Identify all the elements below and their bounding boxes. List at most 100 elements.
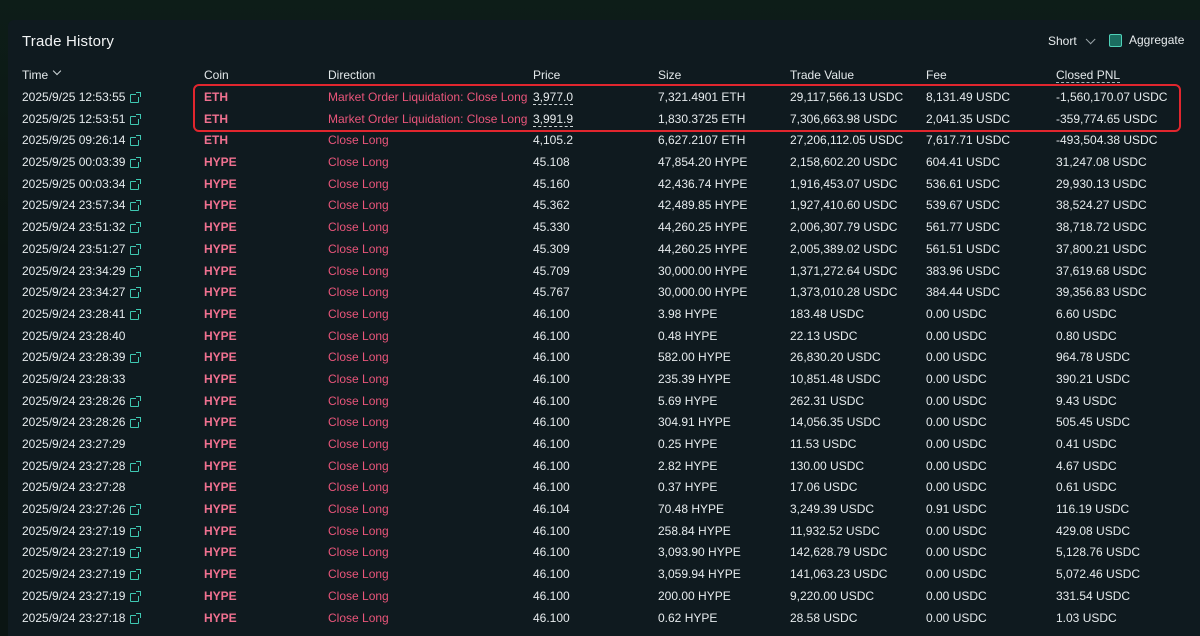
- direction-filter-dropdown[interactable]: Short: [1048, 33, 1096, 48]
- external-link-icon[interactable]: [130, 460, 142, 472]
- table-row: 2025/9/25 09:26:14 ETH Close Long 4,105.2 6,…: [8, 129, 1200, 151]
- cell-fee: 0.91 USDC: [926, 502, 987, 517]
- time-text: 2025/9/24 23:28:26: [22, 393, 126, 408]
- cell-trade-value: 1,373,010.28 USDC: [790, 285, 898, 300]
- cell-size: 0.25 HYPE: [658, 437, 718, 451]
- cell-coin: HYPE: [204, 437, 237, 451]
- cell-closed-pnl: 429.08 USDC: [1056, 523, 1131, 538]
- external-link-icon[interactable]: [130, 504, 142, 516]
- table-row: 2025/9/24 23:34:27 HYPE Close Long 45.767 30…: [8, 281, 1200, 303]
- cell-fee: 0.00 USDC: [926, 480, 987, 495]
- external-link-icon[interactable]: [130, 352, 142, 364]
- column-header-price: Price: [533, 68, 561, 82]
- cell-fee: 561.77 USDC: [926, 220, 1001, 235]
- external-link-icon[interactable]: [130, 308, 142, 320]
- external-link-icon[interactable]: [130, 200, 142, 212]
- cell-price: 45.362: [533, 198, 570, 213]
- external-link-icon[interactable]: [130, 569, 142, 581]
- cell-trade-value: 1,916,453.07 USDC: [790, 176, 898, 191]
- external-link-icon[interactable]: [130, 525, 142, 537]
- cell-closed-pnl: 1.03 USDC: [1056, 610, 1117, 625]
- aggregate-toggle[interactable]: Aggregate: [1109, 33, 1184, 47]
- cell-time: 2025/9/25 00:03:34: [22, 176, 142, 191]
- table-row: 2025/9/24 23:27:29 HYPE Close Long 46.100 0.…: [8, 433, 1200, 455]
- cell-coin: HYPE: [204, 415, 237, 430]
- time-text: 2025/9/24 23:28:33: [22, 371, 126, 386]
- external-link-icon[interactable]: [130, 395, 142, 407]
- cell-coin: HYPE: [204, 328, 237, 343]
- cell-coin: HYPE: [204, 545, 237, 560]
- trade-history-panel: Trade History Short Aggregate Time Coin …: [8, 20, 1200, 636]
- cell-time: 2025/9/24 23:28:26: [22, 415, 142, 429]
- cell-size: 304.91 HYPE: [658, 415, 731, 430]
- column-header-direction: Direction: [328, 68, 376, 82]
- external-link-icon[interactable]: [130, 135, 142, 147]
- external-link-icon[interactable]: [130, 265, 142, 277]
- external-link-icon[interactable]: [130, 113, 142, 125]
- external-link-icon[interactable]: [130, 547, 142, 559]
- cell-time: 2025/9/25 12:53:51: [22, 112, 142, 126]
- cell-closed-pnl: 390.21 USDC: [1056, 371, 1131, 386]
- cell-direction: Close Long: [328, 437, 389, 451]
- time-text: 2025/9/24 23:57:34: [22, 198, 126, 213]
- external-link-icon[interactable]: [130, 243, 142, 255]
- cell-time: 2025/9/25 09:26:14: [22, 133, 142, 147]
- cell-fee: 2,041.35 USDC: [926, 111, 1011, 126]
- cell-size: 0.37 HYPE: [658, 480, 718, 495]
- cell-closed-pnl: -359,774.65 USDC: [1056, 111, 1158, 126]
- table-row: 2025/9/24 23:28:26 HYPE Close Long 46.100 5.…: [8, 390, 1200, 412]
- cell-fee: 561.51 USDC: [926, 241, 1001, 256]
- cell-direction: Close Long: [328, 133, 389, 148]
- cell-coin: HYPE: [204, 567, 237, 582]
- column-header-closed-pnl[interactable]: Closed PNL: [1056, 68, 1121, 83]
- cell-time: 2025/9/24 23:28:33: [22, 372, 125, 386]
- cell-trade-value: 27,206,112.05 USDC: [790, 133, 904, 148]
- table-row: 2025/9/24 23:51:27 HYPE Close Long 45.309 44…: [8, 238, 1200, 260]
- aggregate-label: Aggregate: [1129, 33, 1185, 47]
- cell-time: 2025/9/25 00:03:39: [22, 155, 142, 169]
- cell-fee: 0.00 USDC: [926, 523, 987, 538]
- cell-fee: 0.00 USDC: [926, 588, 987, 603]
- cell-fee: 0.00 USDC: [926, 545, 987, 560]
- time-text: 2025/9/25 00:03:34: [22, 176, 126, 191]
- cell-closed-pnl: 5,128.76 USDC: [1056, 545, 1141, 560]
- external-link-icon[interactable]: [130, 92, 142, 103]
- external-link-icon[interactable]: [130, 157, 142, 169]
- time-text: 2025/9/24 23:51:32: [22, 220, 126, 235]
- cell-size: 3.98 HYPE: [658, 306, 718, 321]
- cell-direction: Close Long: [328, 328, 389, 343]
- external-link-icon[interactable]: [130, 612, 142, 624]
- cell-direction: Close Long: [328, 176, 389, 191]
- cell-time: 2025/9/24 23:28:39: [22, 350, 142, 365]
- cell-coin: ETH: [204, 133, 228, 148]
- external-link-icon[interactable]: [130, 222, 142, 234]
- cell-price: 46.100: [533, 545, 570, 560]
- cell-coin: HYPE: [204, 371, 237, 386]
- time-text: 2025/9/24 23:28:39: [22, 350, 126, 365]
- cell-size: 200.00 HYPE: [658, 588, 731, 603]
- cell-price: 46.104: [533, 502, 570, 517]
- cell-coin: HYPE: [204, 610, 237, 625]
- cell-trade-value: 2,005,389.02 USDC: [790, 241, 898, 256]
- column-header-time[interactable]: Time: [22, 66, 62, 82]
- external-link-icon[interactable]: [130, 287, 142, 299]
- cell-fee: 8,131.49 USDC: [926, 90, 1011, 104]
- table-row: 2025/9/25 00:03:39 HYPE Close Long 45.108 47…: [8, 151, 1200, 173]
- cell-direction: Close Long: [328, 393, 389, 408]
- cell-direction: Close Long: [328, 610, 389, 625]
- cell-price: 46.100: [533, 328, 570, 343]
- cell-fee: 0.00 USDC: [926, 437, 987, 451]
- cell-closed-pnl: 331.54 USDC: [1056, 588, 1131, 603]
- external-link-icon[interactable]: [130, 417, 142, 429]
- external-link-icon[interactable]: [130, 590, 142, 602]
- external-link-icon[interactable]: [130, 178, 142, 190]
- cell-coin: HYPE: [204, 480, 237, 495]
- cell-fee: 536.61 USDC: [926, 176, 1001, 191]
- cell-closed-pnl: 116.19 USDC: [1056, 502, 1130, 517]
- cell-time: 2025/9/24 23:27:28: [22, 480, 125, 494]
- cell-closed-pnl: -1,560,170.07 USDC: [1056, 90, 1168, 104]
- table-row: 2025/9/24 23:57:34 HYPE Close Long 45.362 42…: [8, 194, 1200, 216]
- aggregate-checkbox[interactable]: [1109, 33, 1122, 47]
- app-background: Trade History Short Aggregate Time Coin …: [0, 0, 1200, 636]
- time-text: 2025/9/24 23:27:28: [22, 458, 126, 473]
